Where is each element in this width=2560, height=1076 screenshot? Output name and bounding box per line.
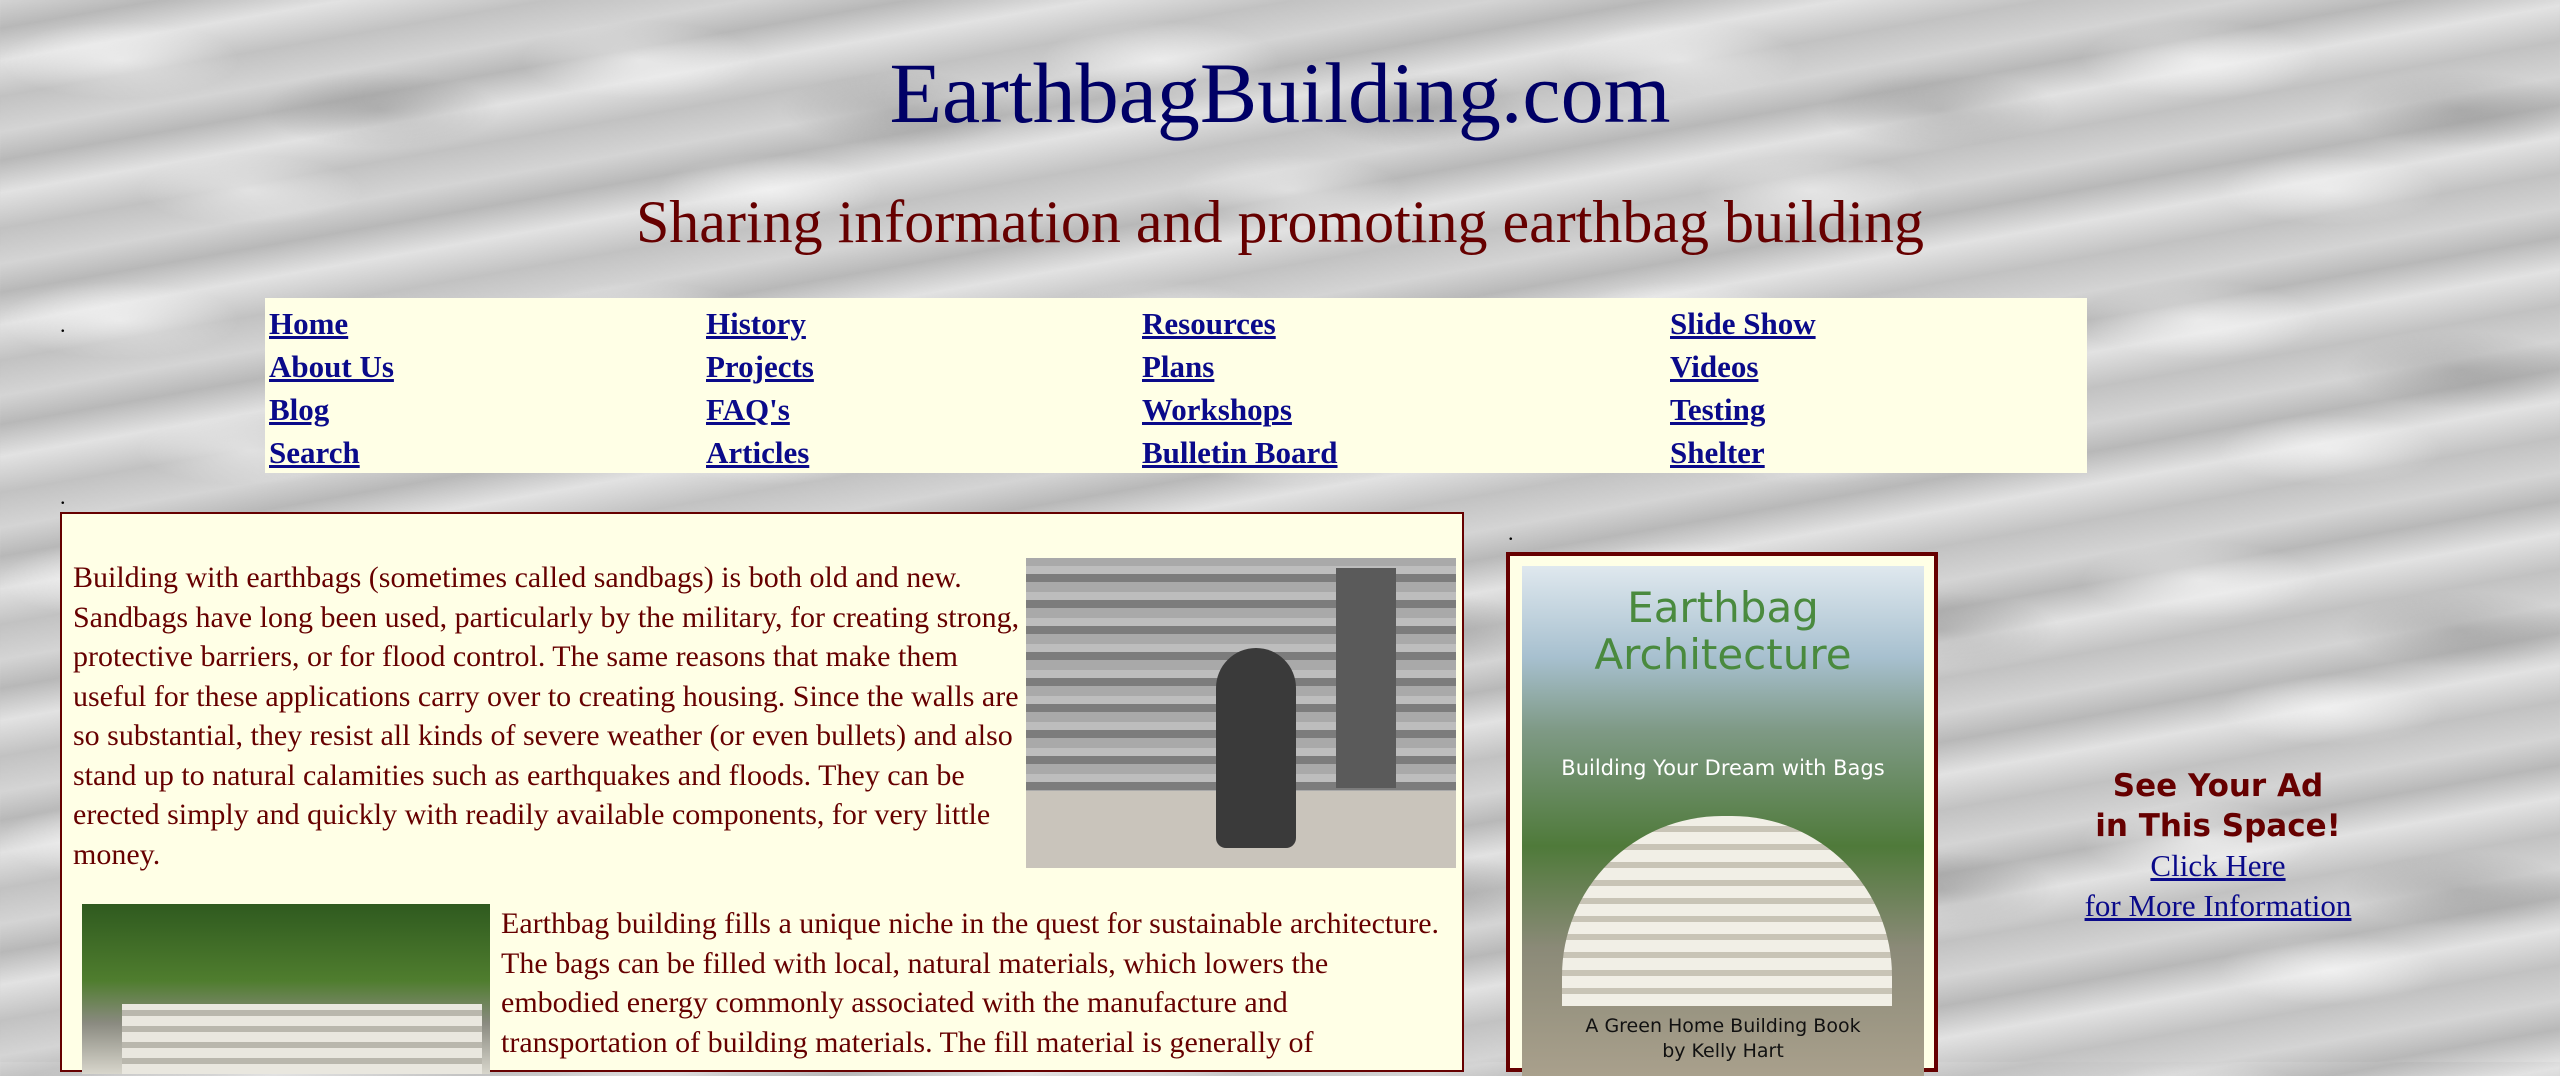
spacer-dot: . xyxy=(60,312,66,337)
nav-link-shelter[interactable]: Shelter xyxy=(1670,437,1765,468)
spacer-dot: . xyxy=(60,484,66,509)
book-subtitle: Building Your Dream with Bags xyxy=(1561,756,1885,780)
nav-link-history[interactable]: History xyxy=(706,308,806,339)
nav-link-videos[interactable]: Videos xyxy=(1670,351,1758,382)
nav-link-articles[interactable]: Articles xyxy=(706,437,809,468)
nav-link-testing[interactable]: Testing xyxy=(1670,394,1765,425)
nav-link-about-us[interactable]: About Us xyxy=(269,351,394,382)
book-author: by Kelly Hart xyxy=(1662,1039,1784,1062)
book-cover-image[interactable]: Earthbag Architecture Building Your Drea… xyxy=(1522,566,1924,1076)
ad-more-info-link[interactable]: for More Information xyxy=(1960,886,2476,926)
earthbag-construction-photo xyxy=(82,904,490,1074)
ad-space: See Your Ad in This Space! Click Here fo… xyxy=(1960,766,2476,926)
book-title: Earthbag Architecture xyxy=(1594,583,1852,680)
book-ad[interactable]: Earthbag Architecture Building Your Drea… xyxy=(1506,552,1938,1076)
ad-headline-2: in This Space! xyxy=(2095,808,2341,844)
soldier-sandbag-photo xyxy=(1026,558,1456,868)
site-tagline: Sharing information and promoting earthb… xyxy=(635,189,1925,255)
spacer-dot: . xyxy=(1508,520,1514,545)
earthbag-dome-illustration xyxy=(1562,816,1892,1006)
nav-link-blog[interactable]: Blog xyxy=(269,394,329,425)
nav-link-home[interactable]: Home xyxy=(269,308,348,339)
nav-link-resources[interactable]: Resources xyxy=(1142,308,1276,339)
sustainability-paragraph: Earthbag building fills a unique niche i… xyxy=(501,907,1440,1059)
book-footer: A Green Home Building Book by Kelly Hart xyxy=(1522,1014,1924,1063)
ad-click-here-link[interactable]: Click Here xyxy=(1960,846,2476,886)
nav-link-faqs[interactable]: FAQ's xyxy=(706,394,790,425)
book-series: A Green Home Building Book xyxy=(1585,1015,1861,1037)
nav-link-bulletin-board[interactable]: Bulletin Board xyxy=(1142,437,1338,468)
site-title: EarthbagBuilding.com xyxy=(889,45,1671,141)
nav-link-search[interactable]: Search xyxy=(269,437,360,468)
main-nav: Home About Us Blog Search History Projec… xyxy=(265,298,2087,473)
ad-headline-1: See Your Ad xyxy=(2112,768,2324,804)
intro-paragraph: Building with earthbags (sometimes calle… xyxy=(73,561,1020,871)
nav-link-plans[interactable]: Plans xyxy=(1142,351,1214,382)
nav-link-projects[interactable]: Projects xyxy=(706,351,814,382)
nav-link-workshops[interactable]: Workshops xyxy=(1142,394,1292,425)
nav-link-slide-show[interactable]: Slide Show xyxy=(1670,308,1816,339)
main-content-box: Building with earthbags (sometimes calle… xyxy=(60,512,1464,1074)
